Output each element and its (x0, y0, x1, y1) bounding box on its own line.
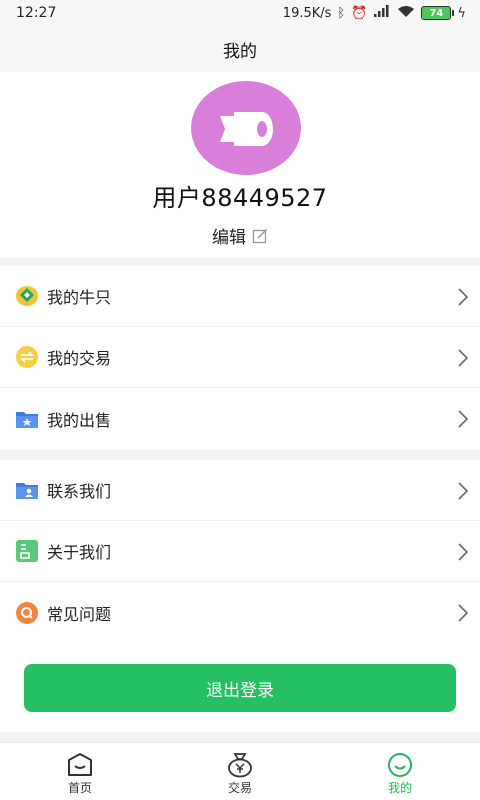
cattle-icon (15, 284, 39, 308)
menu-label: 我的出售 (47, 410, 112, 430)
menu-label: 常见问题 (47, 604, 112, 624)
about-icon (15, 539, 39, 563)
status-bar: 12:27 19.5K/s ᛒ ⏰ 74 ϟ (0, 0, 480, 26)
faq-icon (15, 601, 39, 625)
menu-item-my-cattle[interactable]: 我的牛只 (0, 266, 480, 327)
tab-label: 首页 (67, 780, 92, 795)
wifi-icon (397, 5, 415, 21)
page-header: 我的 (0, 26, 480, 72)
chevron-right-icon (458, 604, 469, 622)
menu-item-about-us[interactable]: 关于我们 (0, 521, 480, 582)
menu-label: 联系我们 (47, 482, 112, 501)
chevron-right-icon (458, 543, 469, 561)
status-time: 12:27 (16, 5, 57, 21)
logout-section: 退出登录 (0, 644, 480, 732)
logout-button[interactable]: 退出登录 (24, 664, 456, 712)
battery-level: 74 (429, 7, 444, 19)
tab-label: 我的 (387, 780, 412, 795)
username: 用户88449527 (152, 184, 328, 212)
chevron-right-icon (458, 410, 469, 428)
hd-signal-icon (373, 5, 391, 21)
tab-label: 交易 (227, 780, 252, 795)
trade-money-bag-icon (228, 752, 252, 777)
bottom-tab-bar: 首页 交易 我的 (0, 742, 480, 800)
toilet-paper-icon (220, 112, 273, 146)
profile-card: 用户88449527 编辑 (0, 72, 480, 258)
chevron-right-icon (458, 482, 469, 500)
edit-icon (252, 228, 268, 243)
menu-label: 我的交易 (47, 349, 112, 368)
alarm-icon: ⏰ (351, 5, 368, 21)
menu-group-assets: 我的牛只 我的交易 我的出售 (0, 266, 480, 450)
exchange-icon (15, 345, 39, 369)
avatar[interactable] (191, 81, 301, 175)
contact-folder-icon (15, 478, 39, 502)
menu-item-my-sales[interactable]: 我的出售 (0, 388, 480, 449)
menu-label: 关于我们 (47, 543, 112, 562)
tab-trade[interactable]: 交易 (160, 743, 320, 800)
menu-group-info: 联系我们 关于我们 常见问题 (0, 460, 480, 644)
menu-item-contact-us[interactable]: 联系我们 (0, 460, 480, 521)
menu-item-faq[interactable]: 常见问题 (0, 582, 480, 643)
battery-icon: 74 (421, 6, 455, 20)
page-title: 我的 (223, 41, 257, 62)
tab-home[interactable]: 首页 (0, 743, 160, 800)
home-icon (68, 752, 92, 776)
charging-icon: ϟ (457, 5, 466, 21)
bluetooth-icon: ᛒ (337, 5, 346, 21)
tab-mine[interactable]: 我的 (320, 743, 480, 800)
menu-item-my-trades[interactable]: 我的交易 (0, 327, 480, 388)
profile-smile-icon (388, 752, 412, 777)
sale-folder-icon (15, 407, 39, 431)
chevron-right-icon (458, 288, 469, 306)
network-speed: 19.5K/s (282, 5, 332, 21)
status-indicators: 19.5K/s ᛒ ⏰ 74 ϟ (283, 5, 466, 21)
edit-label: 编辑 (212, 228, 246, 248)
chevron-right-icon (458, 349, 469, 367)
menu-label: 我的牛只 (47, 288, 112, 307)
edit-profile-button[interactable]: 编辑 (0, 223, 480, 248)
